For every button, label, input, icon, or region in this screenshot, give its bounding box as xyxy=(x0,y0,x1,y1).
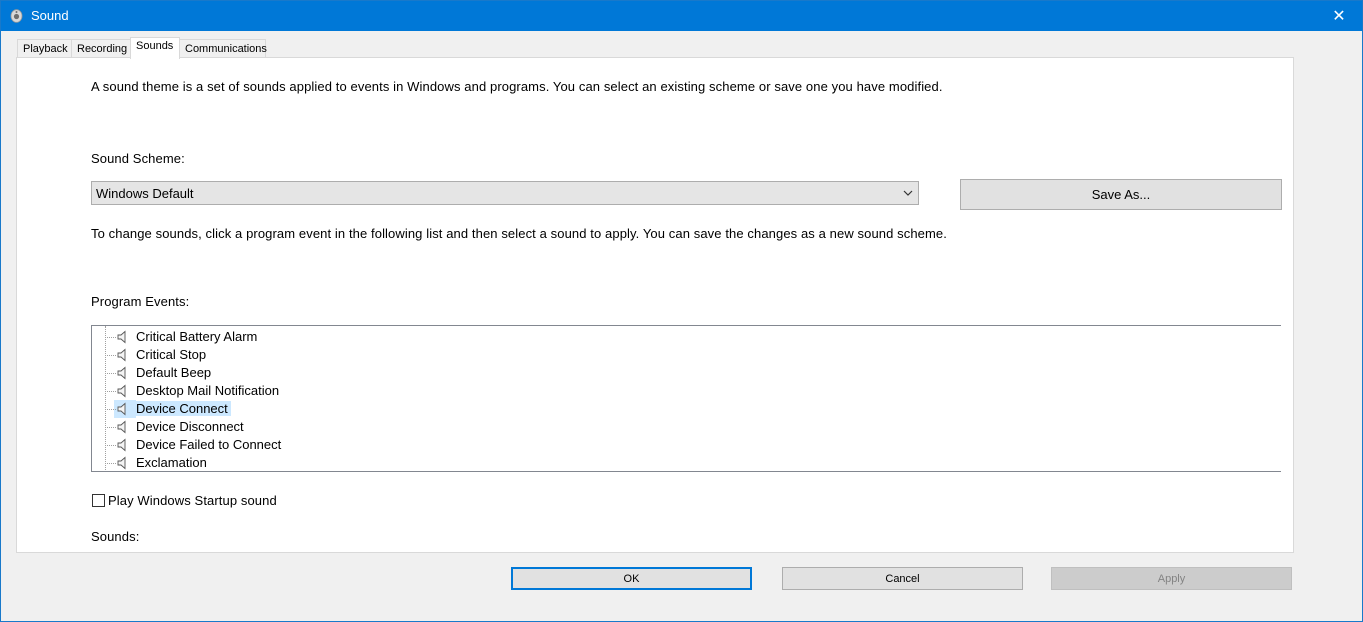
event-label: Default Beep xyxy=(136,365,212,380)
cancel-label: Cancel xyxy=(885,572,920,585)
speaker-icon xyxy=(117,402,126,416)
close-icon: ✕ xyxy=(1332,8,1346,25)
speaker-icon xyxy=(117,456,126,470)
close-button[interactable]: ✕ xyxy=(1316,1,1362,31)
title-bar[interactable]: Sound ✕ xyxy=(1,1,1362,31)
tree-branch-line xyxy=(105,373,116,374)
tree-branch-line xyxy=(105,445,116,446)
tree-branch-line xyxy=(105,427,116,428)
tab-label: Playback xyxy=(23,43,68,55)
sound-scheme-dropdown[interactable]: Windows Default xyxy=(91,181,919,205)
speaker-icon xyxy=(117,420,126,434)
event-label: Device Connect xyxy=(136,401,231,416)
event-label: Device Failed to Connect xyxy=(136,437,282,452)
tab-label: Communications xyxy=(185,43,267,55)
program-events-list[interactable]: Critical Battery Alarm Critical Stop Defau… xyxy=(91,325,1281,472)
event-label: Exclamation xyxy=(136,455,207,470)
speaker-icon xyxy=(117,438,126,452)
event-item[interactable]: Device Failed to Connect xyxy=(92,436,492,454)
tree-branch-line xyxy=(105,337,116,338)
event-item[interactable]: Default Beep xyxy=(92,364,492,382)
sounds-tab-panel: A sound theme is a set of sounds applied… xyxy=(16,57,1294,553)
sound-dialog-window: Sound ✕ Playback Recording Sounds Commun… xyxy=(0,0,1363,622)
event-item[interactable]: Critical Battery Alarm xyxy=(92,328,492,346)
event-item[interactable]: Critical Stop xyxy=(92,346,492,364)
sound-scheme-value: Windows Default xyxy=(96,186,194,201)
cancel-button[interactable]: Cancel xyxy=(782,567,1023,590)
event-item[interactable]: Exclamation xyxy=(92,454,492,471)
speaker-icon xyxy=(117,366,126,380)
sounds-label: Sounds: xyxy=(91,529,140,544)
event-label: Critical Battery Alarm xyxy=(136,329,258,344)
save-as-label: Save As... xyxy=(1091,187,1151,202)
tab-sounds[interactable]: Sounds xyxy=(130,37,180,59)
ok-label: OK xyxy=(623,572,640,585)
startup-sound-checkbox[interactable] xyxy=(92,494,105,507)
speaker-icon xyxy=(117,384,126,398)
chevron-down-icon xyxy=(903,190,913,196)
event-label: Critical Stop xyxy=(136,347,207,362)
speaker-icon xyxy=(117,330,126,344)
tab-label: Recording xyxy=(77,43,128,55)
apply-button[interactable]: Apply xyxy=(1051,567,1292,590)
tree-branch-line xyxy=(105,355,116,356)
tab-label: Sounds xyxy=(136,40,174,52)
intro-text: A sound theme is a set of sounds applied… xyxy=(91,79,943,94)
event-label: Device Disconnect xyxy=(136,419,244,434)
tab-communications[interactable]: Communications xyxy=(179,39,267,58)
tab-recording[interactable]: Recording xyxy=(71,39,131,58)
startup-sound-label[interactable]: Play Windows Startup sound xyxy=(108,493,277,508)
event-item[interactable]: Desktop Mail Notification xyxy=(92,382,492,400)
event-item[interactable]: Device Disconnect xyxy=(92,418,492,436)
window-title: Sound xyxy=(31,8,69,23)
speaker-icon xyxy=(117,348,126,362)
apply-label: Apply xyxy=(1157,572,1186,585)
change-instructions-text: To change sounds, click a program event … xyxy=(91,226,947,241)
tree-branch-line xyxy=(105,463,116,464)
sound-scheme-label: Sound Scheme: xyxy=(91,151,185,166)
ok-button[interactable]: OK xyxy=(511,567,752,590)
program-events-label: Program Events: xyxy=(91,294,190,309)
event-item[interactable]: Device Connect xyxy=(92,400,492,418)
speaker-app-icon xyxy=(10,9,23,23)
tree-branch-line xyxy=(105,391,116,392)
save-as-button[interactable]: Save As... xyxy=(960,179,1282,210)
tab-playback[interactable]: Playback xyxy=(17,39,72,58)
tree-branch-line xyxy=(105,409,116,410)
event-label: Desktop Mail Notification xyxy=(136,383,280,398)
